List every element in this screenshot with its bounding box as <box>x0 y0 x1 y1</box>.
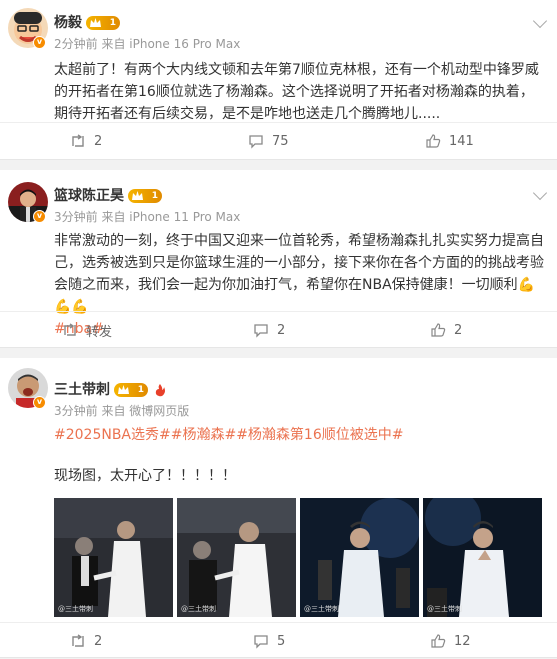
crown-icon <box>90 18 101 27</box>
level-badge: 1 <box>128 189 162 203</box>
level-badge: 1 <box>86 16 120 30</box>
thumbs-up-icon <box>431 634 446 648</box>
verified-badge: v <box>33 210 46 223</box>
comment-icon <box>249 135 263 149</box>
photo-4[interactable]: @三土带刺 <box>423 498 542 617</box>
action-bar: 转发 2 2 <box>0 311 557 347</box>
photo-2[interactable]: @三土带刺 <box>177 498 296 617</box>
crown-icon <box>132 191 143 200</box>
like-button[interactable]: 141 <box>425 123 474 159</box>
action-bar: 2 75 141 <box>0 122 557 158</box>
comment-button[interactable]: 2 <box>253 312 285 348</box>
author-name[interactable]: 杨毅 1 <box>54 12 120 32</box>
hashtags[interactable]: #2025NBA选秀##杨瀚森##杨瀚森第16顺位被选中# <box>54 424 547 446</box>
post-meta: 3分钟前 来自 iPhone 11 Pro Max <box>54 210 241 224</box>
comment-icon <box>254 635 268 649</box>
like-button[interactable]: 12 <box>430 623 471 659</box>
photo-grid: @三土带刺 @三土带刺 @三土带刺 @三土带刺 <box>54 498 542 617</box>
post-1: v 杨毅 1 2分钟前 来自 iPhone 16 Pro Max 太超前了！有两个… <box>0 0 557 160</box>
post-2: v 篮球陈正昊 1 3分钟前 来自 iPhone 11 Pro Max 非常激动的… <box>0 170 557 348</box>
repost-button[interactable]: 2 <box>70 123 102 159</box>
comment-button[interactable]: 5 <box>253 623 285 659</box>
flame-icon <box>155 384 165 397</box>
comment-button[interactable]: 75 <box>248 123 289 159</box>
photo-watermark: @三土带刺 <box>427 605 462 613</box>
repost-button[interactable]: 2 <box>70 623 102 659</box>
comment-icon <box>254 324 268 338</box>
photo-1[interactable]: @三土带刺 <box>54 498 173 617</box>
like-button[interactable]: 2 <box>430 312 462 348</box>
repost-icon <box>64 323 76 336</box>
post-meta: 3分钟前 来自 微博网页版 <box>54 404 190 418</box>
thumbs-up-icon <box>426 134 441 148</box>
verified-badge: v <box>33 36 46 49</box>
post-meta: 2分钟前 来自 iPhone 16 Pro Max <box>54 37 241 51</box>
chevron-down-icon[interactable] <box>532 13 548 29</box>
repost-icon <box>72 634 84 647</box>
crown-icon <box>118 385 129 394</box>
author-name[interactable]: 三土带刺 1 <box>54 379 166 399</box>
chevron-down-icon[interactable] <box>532 185 548 201</box>
verified-badge: v <box>33 396 46 409</box>
repost-icon <box>72 134 84 147</box>
post-text: 现场图，太开心了！！！！！ <box>54 468 236 484</box>
level-badge: 1 <box>114 383 148 397</box>
post-text: 太超前了！有两个大内线文顿和去年第7顺位克林根，还有一个机动型中锋罗威的开拓者在… <box>54 62 539 122</box>
photo-3[interactable]: @三土带刺 <box>300 498 419 617</box>
photo-watermark: @三土带刺 <box>304 605 339 613</box>
repost-button[interactable]: 转发 <box>62 312 112 348</box>
thumbs-up-icon <box>431 323 446 337</box>
author-name[interactable]: 篮球陈正昊 1 <box>54 185 162 205</box>
photo-watermark: @三土带刺 <box>58 605 93 613</box>
photo-watermark: @三土带刺 <box>181 605 216 613</box>
post-3: v 三土带刺 1 3分钟前 来自 微博网页版 #2025NBA选秀##杨瀚森##杨… <box>0 358 557 658</box>
